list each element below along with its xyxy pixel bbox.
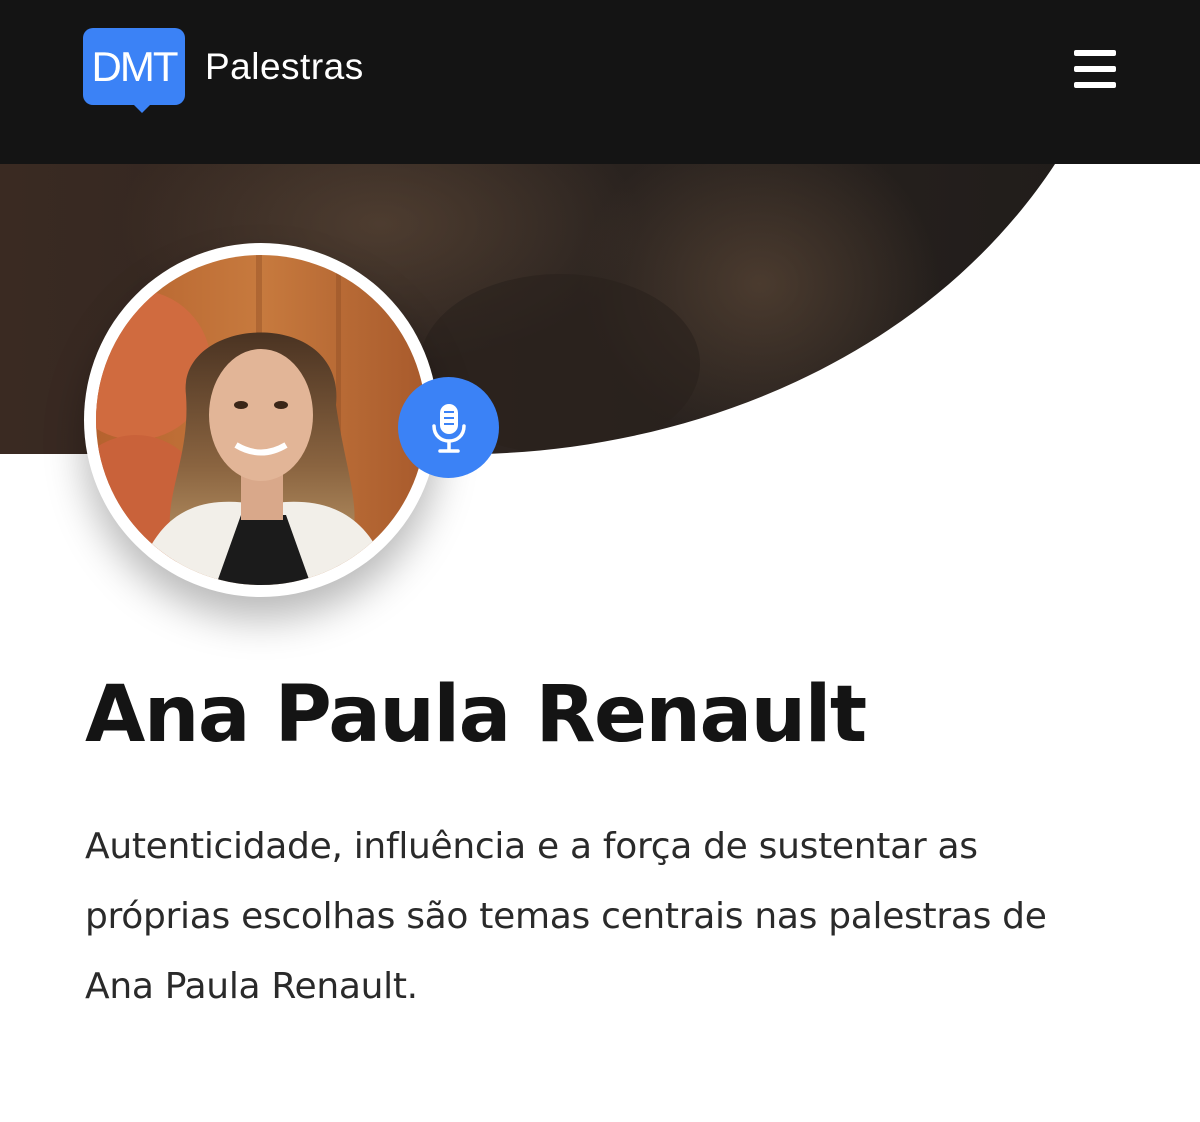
speaker-portrait-image [96, 255, 426, 585]
logo-mark-text: DMT [91, 42, 179, 90]
speaker-photo [84, 243, 438, 597]
site-header: DMT Palestras [0, 0, 1200, 164]
hamburger-menu-icon[interactable] [1074, 50, 1116, 88]
speaker-bio: Autenticidade, influência e a força de s… [85, 826, 1047, 1007]
speaker-name: Ana Paula Renault [85, 670, 867, 760]
logo-text: Palestras [205, 45, 364, 87]
site-logo[interactable]: DMT Palestras [83, 28, 364, 113]
logo-mark: DMT [83, 28, 185, 113]
microphone-icon [431, 403, 466, 453]
microphone-badge [398, 377, 499, 478]
